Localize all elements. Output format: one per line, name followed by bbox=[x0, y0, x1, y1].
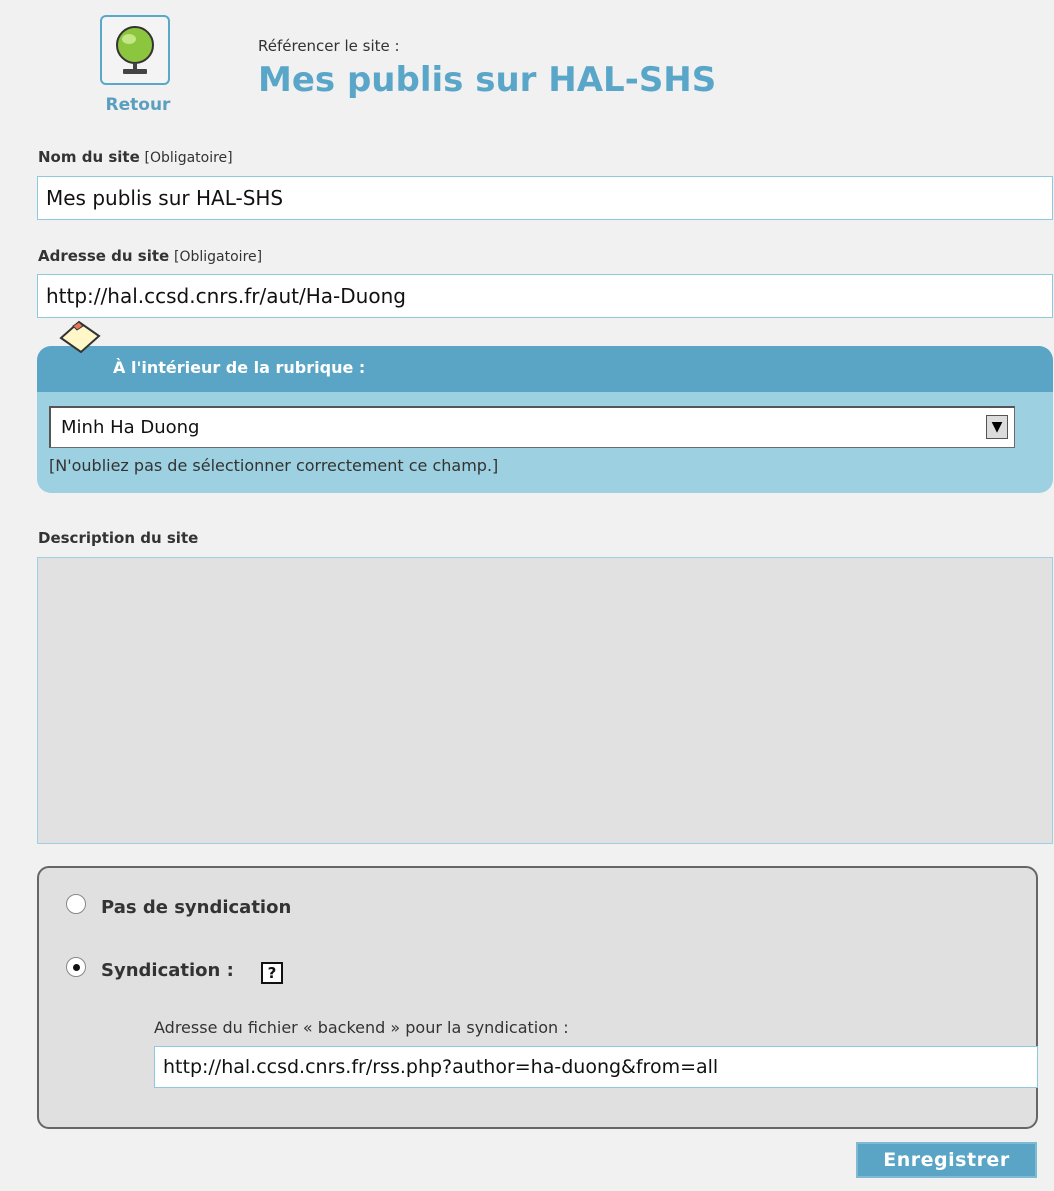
globe-icon bbox=[100, 15, 170, 85]
description-label: Description du site bbox=[38, 529, 198, 547]
folder-icon bbox=[57, 318, 103, 354]
syndication-label: Syndication : bbox=[101, 960, 234, 981]
radio-no-syndication[interactable] bbox=[66, 894, 86, 914]
description-textarea[interactable] bbox=[37, 557, 1053, 844]
site-name-input[interactable] bbox=[37, 176, 1053, 220]
rubrique-hint: [N'oubliez pas de sélectionner correctem… bbox=[49, 456, 499, 475]
rubrique-panel: À l'intérieur de la rubrique : Minh Ha D… bbox=[37, 346, 1053, 493]
chevron-down-icon[interactable]: ▼ bbox=[986, 415, 1008, 439]
site-url-required: [Obligatoire] bbox=[174, 249, 263, 265]
site-url-label-text: Adresse du site bbox=[38, 247, 170, 265]
description-label-text: Description du site bbox=[38, 529, 199, 547]
save-button[interactable]: Enregistrer bbox=[856, 1142, 1037, 1178]
backend-label: Adresse du fichier « backend » pour la s… bbox=[154, 1018, 569, 1037]
radio-syndication[interactable] bbox=[66, 957, 86, 977]
back-label: Retour bbox=[105, 95, 171, 115]
site-name-required: [Obligatoire] bbox=[144, 150, 233, 166]
rubrique-header: À l'intérieur de la rubrique : bbox=[37, 346, 1053, 392]
site-url-label: Adresse du site [Obligatoire] bbox=[38, 247, 262, 265]
site-name-label: Nom du site [Obligatoire] bbox=[38, 148, 233, 166]
syndication-panel: Pas de syndication Syndication : ? Adres… bbox=[37, 866, 1038, 1129]
rubrique-select[interactable]: Minh Ha Duong ▼ bbox=[49, 406, 1015, 448]
page-title: Mes publis sur HAL-SHS bbox=[258, 60, 717, 100]
page-subtitle: Référencer le site : bbox=[258, 37, 400, 55]
no-syndication-label: Pas de syndication bbox=[101, 897, 292, 918]
help-icon[interactable]: ? bbox=[261, 962, 283, 984]
site-name-label-text: Nom du site bbox=[38, 148, 140, 166]
back-button[interactable]: Retour bbox=[98, 15, 174, 115]
site-url-input[interactable] bbox=[37, 274, 1053, 318]
rubrique-select-value: Minh Ha Duong bbox=[61, 417, 200, 438]
backend-url-input[interactable] bbox=[154, 1046, 1038, 1088]
page: Retour Référencer le site : Mes publis s… bbox=[0, 0, 1054, 1191]
rubrique-title: À l'intérieur de la rubrique : bbox=[113, 358, 366, 377]
